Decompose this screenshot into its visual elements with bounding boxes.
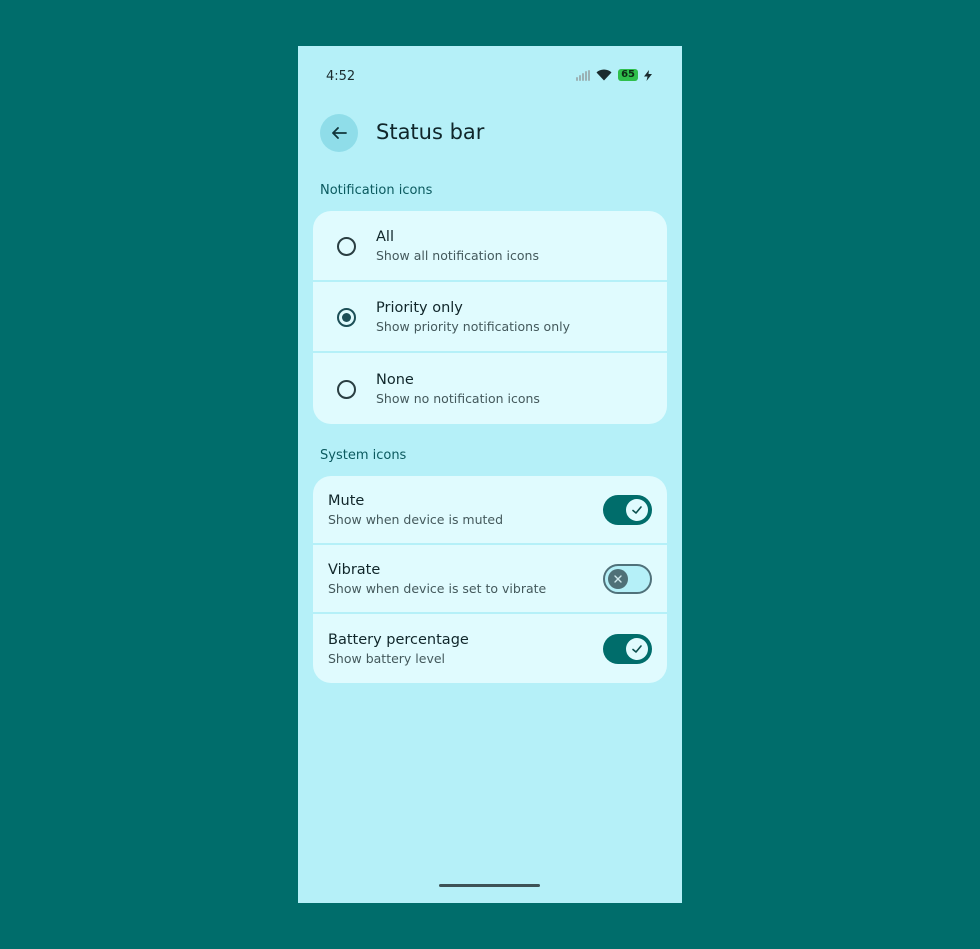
system-icons-card: Mute Show when device is muted Vibrate S…	[313, 476, 667, 683]
close-icon	[614, 574, 622, 583]
toggle-knob	[608, 568, 628, 589]
check-icon	[632, 644, 642, 653]
option-description: Show priority notifications only	[376, 318, 571, 334]
status-time: 4:52	[326, 69, 356, 84]
option-description: Show all notification icons	[376, 247, 539, 263]
toggle-knob	[626, 498, 648, 521]
radio-row-all[interactable]: All Show all notification icons	[313, 211, 667, 282]
battery-percentage-toggle[interactable]	[603, 633, 652, 664]
toggle-label: Mute	[328, 492, 365, 509]
back-button[interactable]	[320, 114, 358, 152]
radio-row-none[interactable]: None Show no notification icons	[313, 353, 667, 424]
vibrate-toggle[interactable]	[603, 563, 652, 594]
toggle-knob	[626, 637, 648, 660]
wifi-icon	[596, 69, 612, 81]
section-title-notification-icons: Notification icons	[320, 183, 433, 198]
toggle-description: Show when device is muted	[328, 511, 504, 527]
page-title: Status bar	[376, 120, 485, 144]
signal-icon	[576, 69, 591, 81]
phone-screen: 4:52 65 Status bar Notification icons Al…	[298, 46, 682, 903]
charging-icon	[644, 69, 652, 81]
radio-button[interactable]	[337, 236, 356, 256]
status-icons: 65	[576, 69, 652, 81]
section-title-system-icons: System icons	[320, 448, 407, 463]
radio-button[interactable]	[337, 379, 356, 399]
radio-row-priority-only[interactable]: Priority only Show priority notification…	[313, 282, 667, 353]
option-label: All	[376, 228, 394, 245]
home-indicator[interactable]	[439, 884, 540, 887]
toggle-description: Show when device is set to vibrate	[328, 580, 547, 596]
toggle-description: Show battery level	[328, 650, 446, 666]
notification-icons-card: All Show all notification icons Priority…	[313, 211, 667, 424]
option-label: Priority only	[376, 299, 463, 316]
option-label: None	[376, 371, 414, 388]
toggle-label: Battery percentage	[328, 631, 469, 648]
toggle-row-battery-percentage[interactable]: Battery percentage Show battery level	[313, 614, 667, 683]
option-description: Show no notification icons	[376, 390, 540, 406]
arrow-back-icon	[332, 127, 347, 139]
toggle-row-mute[interactable]: Mute Show when device is muted	[313, 476, 667, 545]
mute-toggle[interactable]	[603, 494, 652, 525]
toggle-label: Vibrate	[328, 561, 381, 578]
radio-button-selected[interactable]	[337, 307, 356, 327]
check-icon	[632, 505, 642, 514]
toggle-row-vibrate[interactable]: Vibrate Show when device is set to vibra…	[313, 545, 667, 614]
battery-icon: 65	[618, 69, 638, 81]
